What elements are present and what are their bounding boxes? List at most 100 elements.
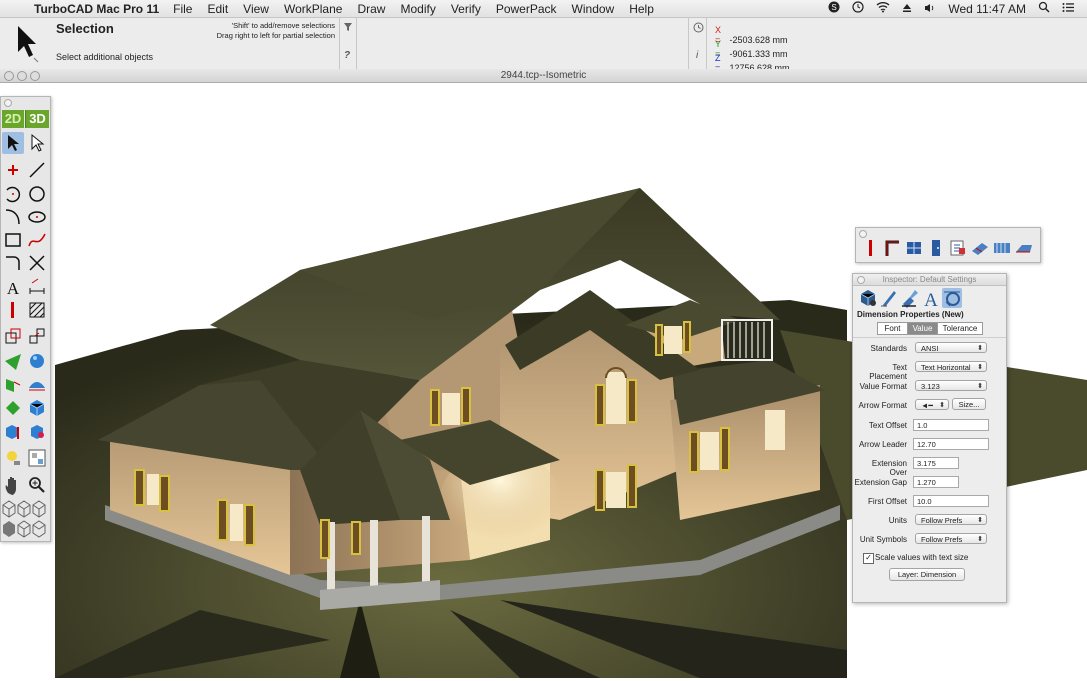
- light-bulb-icon: [7, 451, 20, 465]
- arrow-size-button[interactable]: Size...: [952, 398, 986, 410]
- text-offset-field[interactable]: 1.0: [913, 419, 989, 431]
- copy-tool-button[interactable]: [26, 325, 48, 347]
- railing-tool-icon[interactable]: [993, 239, 1011, 257]
- eject-icon[interactable]: [902, 2, 912, 16]
- point-tool-button[interactable]: [2, 159, 24, 181]
- app-menu[interactable]: TurboCAD Mac Pro 11: [34, 2, 159, 16]
- roof-tool-icon[interactable]: [1015, 239, 1033, 257]
- value-format-select[interactable]: 3.123: [915, 380, 987, 392]
- brush-properties-icon[interactable]: [900, 288, 920, 308]
- info-button[interactable]: i: [696, 50, 698, 61]
- architecture-toolbar: [855, 227, 1041, 263]
- selection-title: Selection: [56, 21, 114, 36]
- solid-tool-button[interactable]: [2, 397, 24, 419]
- door-tool-icon[interactable]: [927, 239, 945, 257]
- stair-tool-icon[interactable]: [971, 239, 989, 257]
- text-properties-icon[interactable]: A: [921, 288, 941, 311]
- dimension-properties-icon[interactable]: [942, 288, 962, 308]
- rectangle-tool-button[interactable]: [2, 229, 24, 251]
- notification-center-icon[interactable]: [1062, 2, 1075, 16]
- vertical-bar-icon: [11, 302, 14, 318]
- boolean-icon: [6, 425, 19, 439]
- mode-3d-button[interactable]: 3D: [25, 110, 49, 128]
- extrude-tool-button[interactable]: [2, 350, 24, 372]
- line-tool-button[interactable]: [26, 159, 48, 181]
- transform-tool-button[interactable]: [2, 325, 24, 347]
- arrow-leader-field[interactable]: 12.70: [913, 438, 989, 450]
- menu-modify[interactable]: Modify: [400, 2, 435, 16]
- scale-values-checkbox[interactable]: ✓: [863, 553, 874, 564]
- schedule-tool-icon[interactable]: [949, 239, 967, 257]
- pen-properties-icon[interactable]: [879, 288, 899, 308]
- camera-view-button[interactable]: [26, 447, 48, 469]
- surface-tool-button[interactable]: [26, 374, 48, 396]
- boolean-tool-button[interactable]: [2, 421, 24, 443]
- extension-over-label: Extension Over: [871, 459, 907, 477]
- circle-tool-button[interactable]: [26, 183, 48, 205]
- ellipse-tool-button[interactable]: [26, 206, 48, 228]
- arrow-format-select[interactable]: ◄━: [915, 399, 949, 411]
- window-tool-icon[interactable]: [905, 239, 923, 257]
- text-placement-select[interactable]: Text Horizontal: [915, 361, 987, 373]
- text-a-icon: A: [7, 279, 20, 297]
- menu-verify[interactable]: Verify: [451, 2, 481, 16]
- properties-cube-icon[interactable]: [858, 288, 878, 308]
- menu-help[interactable]: Help: [629, 2, 654, 16]
- select-tool-button[interactable]: [2, 132, 24, 154]
- wifi-icon[interactable]: [876, 1, 890, 16]
- extension-gap-field[interactable]: 1.270: [913, 476, 959, 488]
- selection-info-bar: Selection 'Shift' to add/remove selectio…: [0, 18, 1087, 73]
- mode-2d-button[interactable]: 2D: [2, 110, 24, 128]
- selection-filter-icon[interactable]: [343, 22, 353, 35]
- history-clock-icon[interactable]: [693, 22, 704, 36]
- shell-tool-button[interactable]: [26, 421, 48, 443]
- close-palette-button[interactable]: [4, 99, 12, 107]
- arc-tool-button[interactable]: [2, 183, 24, 205]
- menu-view[interactable]: View: [243, 2, 269, 16]
- help-button[interactable]: ?: [344, 50, 350, 61]
- sphere-tool-button[interactable]: [26, 350, 48, 372]
- trim-tool-button[interactable]: [26, 252, 48, 274]
- inspector-title: Inspector: Default Settings: [882, 275, 977, 284]
- menu-clock[interactable]: Wed 11:47 AM: [948, 2, 1026, 16]
- time-machine-icon[interactable]: [852, 1, 864, 16]
- hatch-tool-button[interactable]: [26, 299, 48, 321]
- first-offset-label: First Offset: [868, 497, 907, 506]
- units-select[interactable]: Follow Prefs: [915, 514, 987, 526]
- zoom-tool-button[interactable]: [26, 474, 48, 496]
- volume-icon[interactable]: [924, 2, 936, 16]
- standards-select[interactable]: ANSI: [915, 342, 987, 354]
- extension-over-field[interactable]: 3.175: [913, 457, 959, 469]
- layer-button[interactable]: Layer: Dimension: [889, 568, 965, 581]
- dimension-tool-button[interactable]: [26, 276, 48, 298]
- copy-icon: [29, 328, 45, 344]
- fillet-tool-button[interactable]: [2, 252, 24, 274]
- pan-tool-button[interactable]: [2, 474, 24, 496]
- tab-font[interactable]: Font: [877, 322, 908, 335]
- box-tool-button[interactable]: [26, 397, 48, 419]
- wall-tool-button[interactable]: [2, 299, 24, 321]
- unit-symbols-select[interactable]: Follow Prefs: [915, 533, 987, 545]
- corner-wall-icon[interactable]: [883, 239, 901, 257]
- curve-icon: [5, 209, 20, 225]
- wall-tool-icon[interactable]: [862, 239, 880, 257]
- menu-workplane[interactable]: WorkPlane: [284, 2, 342, 16]
- curve-tool-button[interactable]: [2, 206, 24, 228]
- revolve-tool-button[interactable]: [2, 374, 24, 396]
- close-toolbar-button[interactable]: [859, 230, 867, 238]
- menu-window[interactable]: Window: [572, 2, 615, 16]
- spline-tool-button[interactable]: [26, 229, 48, 251]
- edit-tool-button[interactable]: [26, 132, 48, 154]
- first-offset-field[interactable]: 10.0: [913, 495, 989, 507]
- skype-icon[interactable]: S: [828, 1, 840, 16]
- tab-value[interactable]: Value: [907, 322, 938, 335]
- menu-file[interactable]: File: [173, 2, 192, 16]
- menu-powerpack[interactable]: PowerPack: [496, 2, 557, 16]
- hand-icon: [5, 477, 17, 495]
- menu-draw[interactable]: Draw: [357, 2, 385, 16]
- menu-edit[interactable]: Edit: [207, 2, 228, 16]
- tab-tolerance[interactable]: Tolerance: [937, 322, 983, 335]
- render-lights-button[interactable]: [2, 447, 24, 469]
- spotlight-search-icon[interactable]: [1038, 1, 1050, 16]
- text-tool-button[interactable]: A: [2, 276, 24, 298]
